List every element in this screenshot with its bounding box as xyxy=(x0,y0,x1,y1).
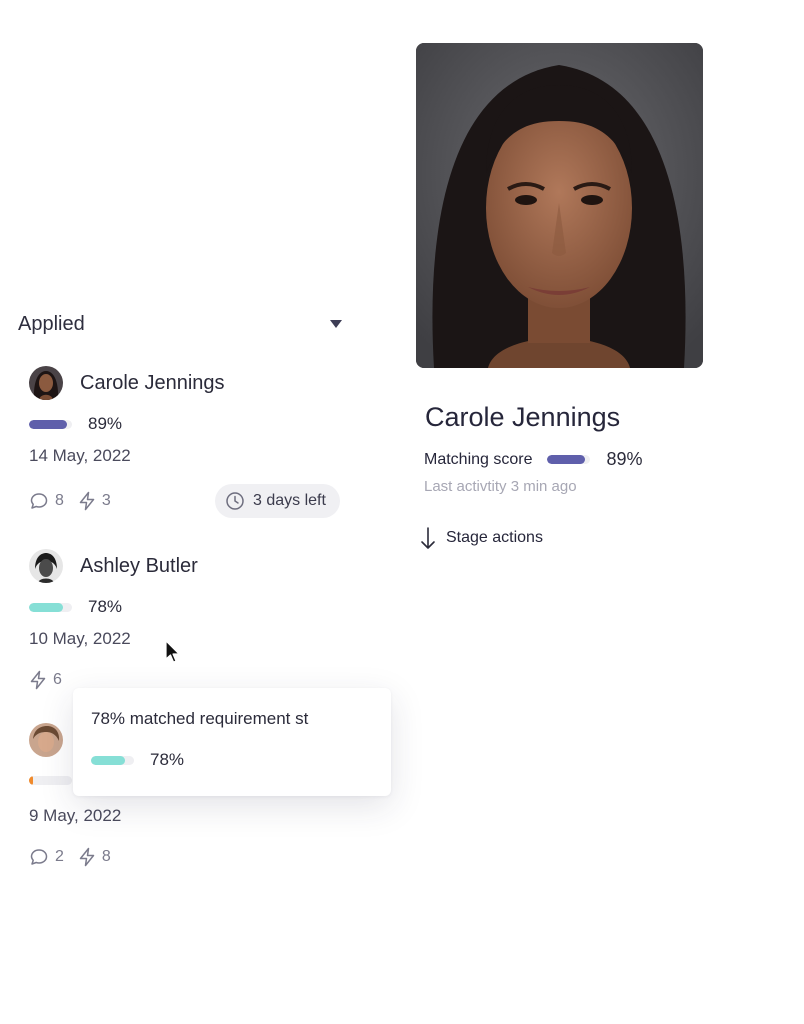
lightning-icon xyxy=(79,847,95,867)
clock-icon xyxy=(226,492,244,510)
score-tooltip: 78% matched requirement st 78% xyxy=(73,688,391,796)
last-activity: Last activtity 3 min ago xyxy=(424,478,577,495)
comments-count[interactable]: 8 xyxy=(29,491,64,511)
match-score[interactable] xyxy=(29,776,72,785)
candidate-card[interactable]: Carole Jennings 89% 14 May, 2022 8 3 3 d… xyxy=(18,365,358,525)
actions-count[interactable]: 6 xyxy=(29,670,62,690)
tooltip-text: 78% matched requirement st xyxy=(91,709,309,728)
arrow-down-icon xyxy=(421,527,435,549)
match-score[interactable]: 89% xyxy=(29,414,122,434)
avatar xyxy=(29,366,63,400)
stage-dropdown[interactable]: Applied xyxy=(18,310,348,338)
comment-icon xyxy=(30,849,48,865)
candidate-name[interactable]: Carole Jennings xyxy=(80,372,225,395)
applied-date: 10 May, 2022 xyxy=(29,629,131,648)
score-bar xyxy=(29,602,72,612)
actions-count[interactable]: 8 xyxy=(78,847,111,867)
stage-actions-button[interactable]: Stage actions xyxy=(420,526,543,550)
avatar xyxy=(29,549,63,583)
time-left-badge[interactable]: 3 days left xyxy=(215,484,340,518)
comments-count[interactable]: 2 xyxy=(29,847,64,867)
candidate-photo xyxy=(416,43,703,368)
detail-candidate-name: Carole Jennings xyxy=(425,402,621,432)
candidate-name[interactable]: Ashley Butler xyxy=(80,555,198,578)
lightning-icon xyxy=(79,491,95,511)
matching-score-label: Matching score xyxy=(424,450,533,468)
score-percent: 78% xyxy=(150,750,185,769)
lightning-icon xyxy=(30,670,46,690)
match-score[interactable]: 78% xyxy=(29,597,122,617)
score-bar xyxy=(91,755,134,765)
actions-count[interactable]: 3 xyxy=(78,491,111,511)
applied-date: 9 May, 2022 xyxy=(29,806,122,825)
applied-date: 14 May, 2022 xyxy=(29,446,131,465)
score-bar xyxy=(29,419,72,429)
stage-title: Applied xyxy=(18,312,85,335)
score-percent: 89% xyxy=(606,449,643,469)
score-bar xyxy=(546,455,590,464)
detail-match-score: Matching score 89% xyxy=(424,449,643,470)
avatar xyxy=(29,723,63,757)
score-percent: 89% xyxy=(88,414,123,433)
caret-down-icon xyxy=(330,320,342,328)
candidate-card[interactable]: Ashley Butler 78% 10 May, 2022 6 xyxy=(18,548,358,698)
score-percent: 78% xyxy=(88,597,123,616)
tooltip-score: 78% xyxy=(91,750,184,770)
score-bar xyxy=(29,776,72,785)
comment-icon xyxy=(30,493,48,509)
mouse-cursor-icon xyxy=(165,640,180,663)
